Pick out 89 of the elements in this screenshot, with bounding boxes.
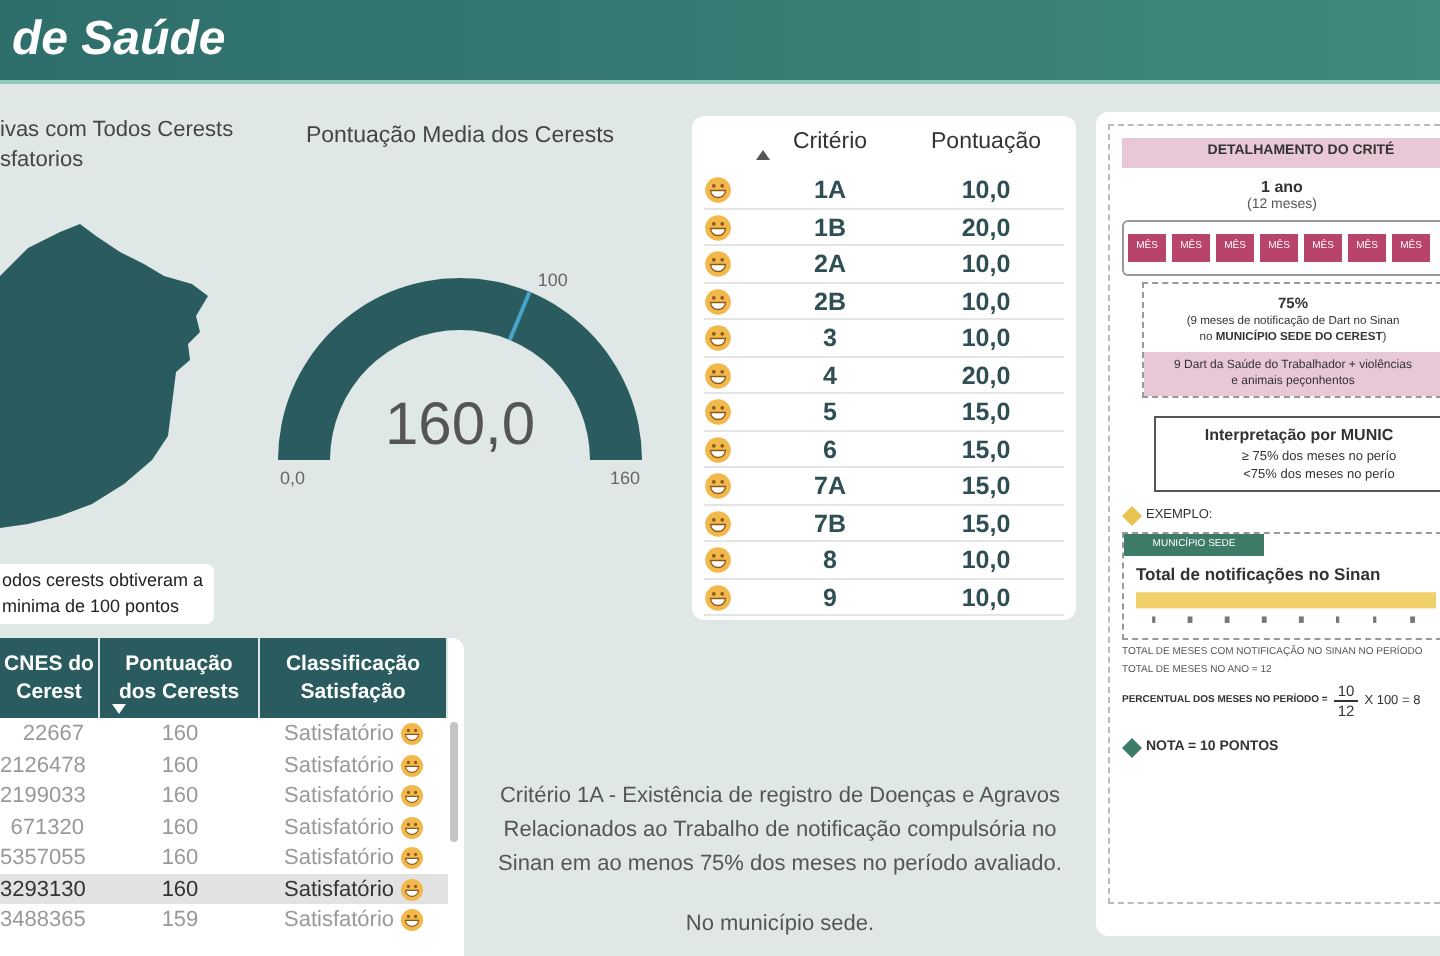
table-cell-text: 15,0 (959, 507, 1013, 541)
table-cell-text: 10,0 (959, 544, 1013, 578)
grinning-face-icon (704, 546, 732, 575)
grinning-face-icon (704, 583, 732, 612)
table-cell-text: 2B (812, 285, 848, 319)
table-cell-text: 2126478 (0, 751, 88, 781)
grinning-face-icon (704, 361, 732, 390)
description-text: Critério 1A - Existência de registro de Doenças e Agravos Relacionados ao Trabalho de notificação compulsória no Sinan em ao menos 75% dos meses no período avaliado. (496, 782, 1064, 880)
grinning-face-icon (704, 509, 732, 538)
table-cell-text: 1A (812, 174, 848, 208)
grinning-face-icon (400, 877, 425, 902)
table-cell-text: Satisfatório (283, 875, 395, 905)
table-cell-text: 3488365 (0, 906, 88, 936)
table-cell-text: Satisfatório (283, 720, 395, 750)
grinning-face-icon (400, 908, 425, 933)
table-cell-text: 15,0 (959, 433, 1013, 467)
table-cell-text: 15,0 (959, 470, 1013, 504)
chart-title: Pontuação Media dos Cerests (303, 122, 617, 152)
grinning-face-icon (704, 398, 732, 427)
table-cell-text: Satisfatório (283, 813, 395, 843)
table-row[interactable]: 3293130 160 Satisfatório (0, 873, 448, 904)
min-label: 0,0 (280, 466, 306, 492)
table-cell-text: 10,0 (959, 581, 1013, 615)
table-cell-text: 9 (821, 581, 839, 615)
table-cell-text: 160 (159, 782, 201, 812)
table-cell-text: 20,0 (959, 359, 1013, 393)
column-header[interactable]: CNES do Cerest (0, 638, 100, 718)
grinning-face-icon (400, 784, 425, 809)
target-label: 100 (537, 267, 568, 294)
year-label: 1 ano (1259, 178, 1305, 196)
grinning-face-icon (704, 435, 732, 464)
table-cell-text: Satisfatório (283, 782, 395, 812)
table-cell-text: 10,0 (959, 322, 1013, 356)
table-cell-text: 6 (821, 433, 839, 467)
table-cell-text: Satisfatório (283, 751, 395, 781)
table-cell-text: 7A (812, 470, 848, 504)
table-cell-text: 2A (812, 248, 848, 282)
map-title: ivas com Todos Cerests sfatorios (0, 116, 234, 176)
target-marker (507, 291, 532, 341)
sort-arrow-icon (112, 704, 126, 714)
table-cell-text: 20,0 (959, 211, 1013, 245)
table-cell-text: 3 (821, 322, 839, 356)
table-cell-text: 15,0 (959, 396, 1013, 430)
sort-arrow-icon (756, 150, 770, 161)
table-cell-text: 5357055 (0, 844, 88, 874)
table-cell-text: 160 (159, 844, 201, 874)
grinning-face-icon (400, 753, 425, 778)
table-cell-text: 2199033 (0, 782, 88, 812)
grinning-face-icon (400, 722, 425, 747)
grinning-face-icon (704, 287, 732, 316)
column-header[interactable]: Pontuação dos Cerests (100, 638, 260, 718)
column-header[interactable]: Pontuação (908, 126, 1064, 170)
page-title: de Saúde (12, 10, 226, 70)
table-cell-text: 7B (812, 507, 848, 541)
table-cell-text: 10,0 (959, 285, 1013, 319)
grinning-face-icon (704, 324, 732, 353)
diamond-icon (1122, 506, 1142, 527)
table-cell-text: 10,0 (959, 248, 1013, 282)
table-cell-text: 671320 (8, 813, 86, 843)
gauge-value: 160,0 (382, 392, 538, 460)
grinning-face-icon (704, 472, 732, 501)
table-cell-text: 160 (159, 751, 201, 781)
table-cell-text: 4 (821, 359, 839, 393)
table-cell-text: Satisfatório (283, 906, 395, 936)
table-cell-text: 10,0 (959, 174, 1013, 208)
grinning-face-icon (704, 250, 732, 279)
table-cell-text: 3293130 (0, 875, 88, 905)
grinning-face-icon (704, 213, 732, 242)
grinning-face-icon (400, 846, 425, 871)
table-cell-text: 1B (812, 211, 848, 245)
scrollbar[interactable] (450, 722, 458, 842)
example-title: Total de notificações no Sinan (1134, 562, 1383, 588)
table-cell-text: 159 (159, 906, 201, 936)
table-cell-text: 160 (159, 720, 201, 750)
table-cell-text: 22667 (20, 720, 86, 750)
grinning-face-icon (704, 176, 732, 205)
table-cell-text: 160 (159, 813, 201, 843)
column-header[interactable]: Classificação Satisfação (260, 638, 448, 718)
interpretation-title: Interpretação por MUNIC (1204, 424, 1394, 449)
table-cell-text: Satisfatório (283, 844, 395, 874)
table-cell-text: 8 (821, 544, 839, 578)
max-label: 160 (610, 466, 641, 492)
callout-note: odos cerests obtiveram a minima de 100 pontos (0, 564, 214, 624)
note-text: No município sede. (683, 910, 877, 940)
grinning-face-icon (400, 815, 425, 840)
table-cell-text: 160 (159, 875, 201, 905)
diamond-icon (1122, 738, 1142, 759)
table-cell-text: 5 (821, 396, 839, 430)
column-header[interactable]: Critério (752, 126, 908, 170)
